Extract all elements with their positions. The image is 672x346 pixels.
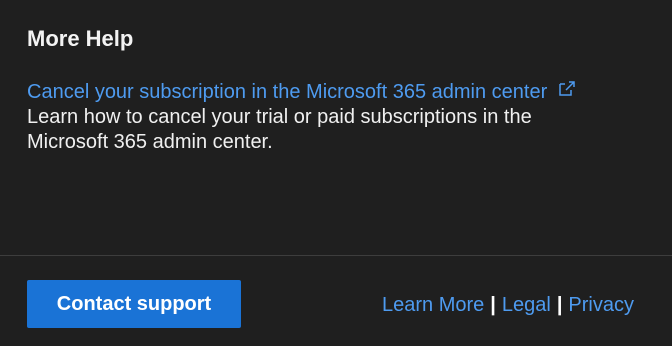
help-link-row: Cancel your subscription in the Microsof… — [27, 79, 647, 105]
help-item: Cancel your subscription in the Microsof… — [27, 79, 647, 155]
external-link-icon[interactable] — [557, 79, 577, 99]
panel-title: More Help — [27, 26, 134, 51]
footer-divider — [0, 255, 672, 256]
footer-separator: | — [490, 294, 496, 316]
footer-links: Learn More | Legal | Privacy — [382, 292, 634, 318]
footer-separator: | — [556, 294, 563, 316]
cancel-subscription-link[interactable]: Cancel your subscription in the Microsof… — [27, 79, 547, 105]
privacy-link[interactable]: Privacy — [568, 292, 634, 318]
legal-link[interactable]: Legal — [502, 292, 551, 318]
more-help-panel: More Help Cancel your subscription in th… — [0, 0, 672, 346]
contact-support-button[interactable]: Contact support — [27, 280, 241, 328]
help-item-description: Learn how to cancel your trial or paid s… — [27, 106, 532, 153]
learn-more-link[interactable]: Learn More — [382, 292, 484, 318]
